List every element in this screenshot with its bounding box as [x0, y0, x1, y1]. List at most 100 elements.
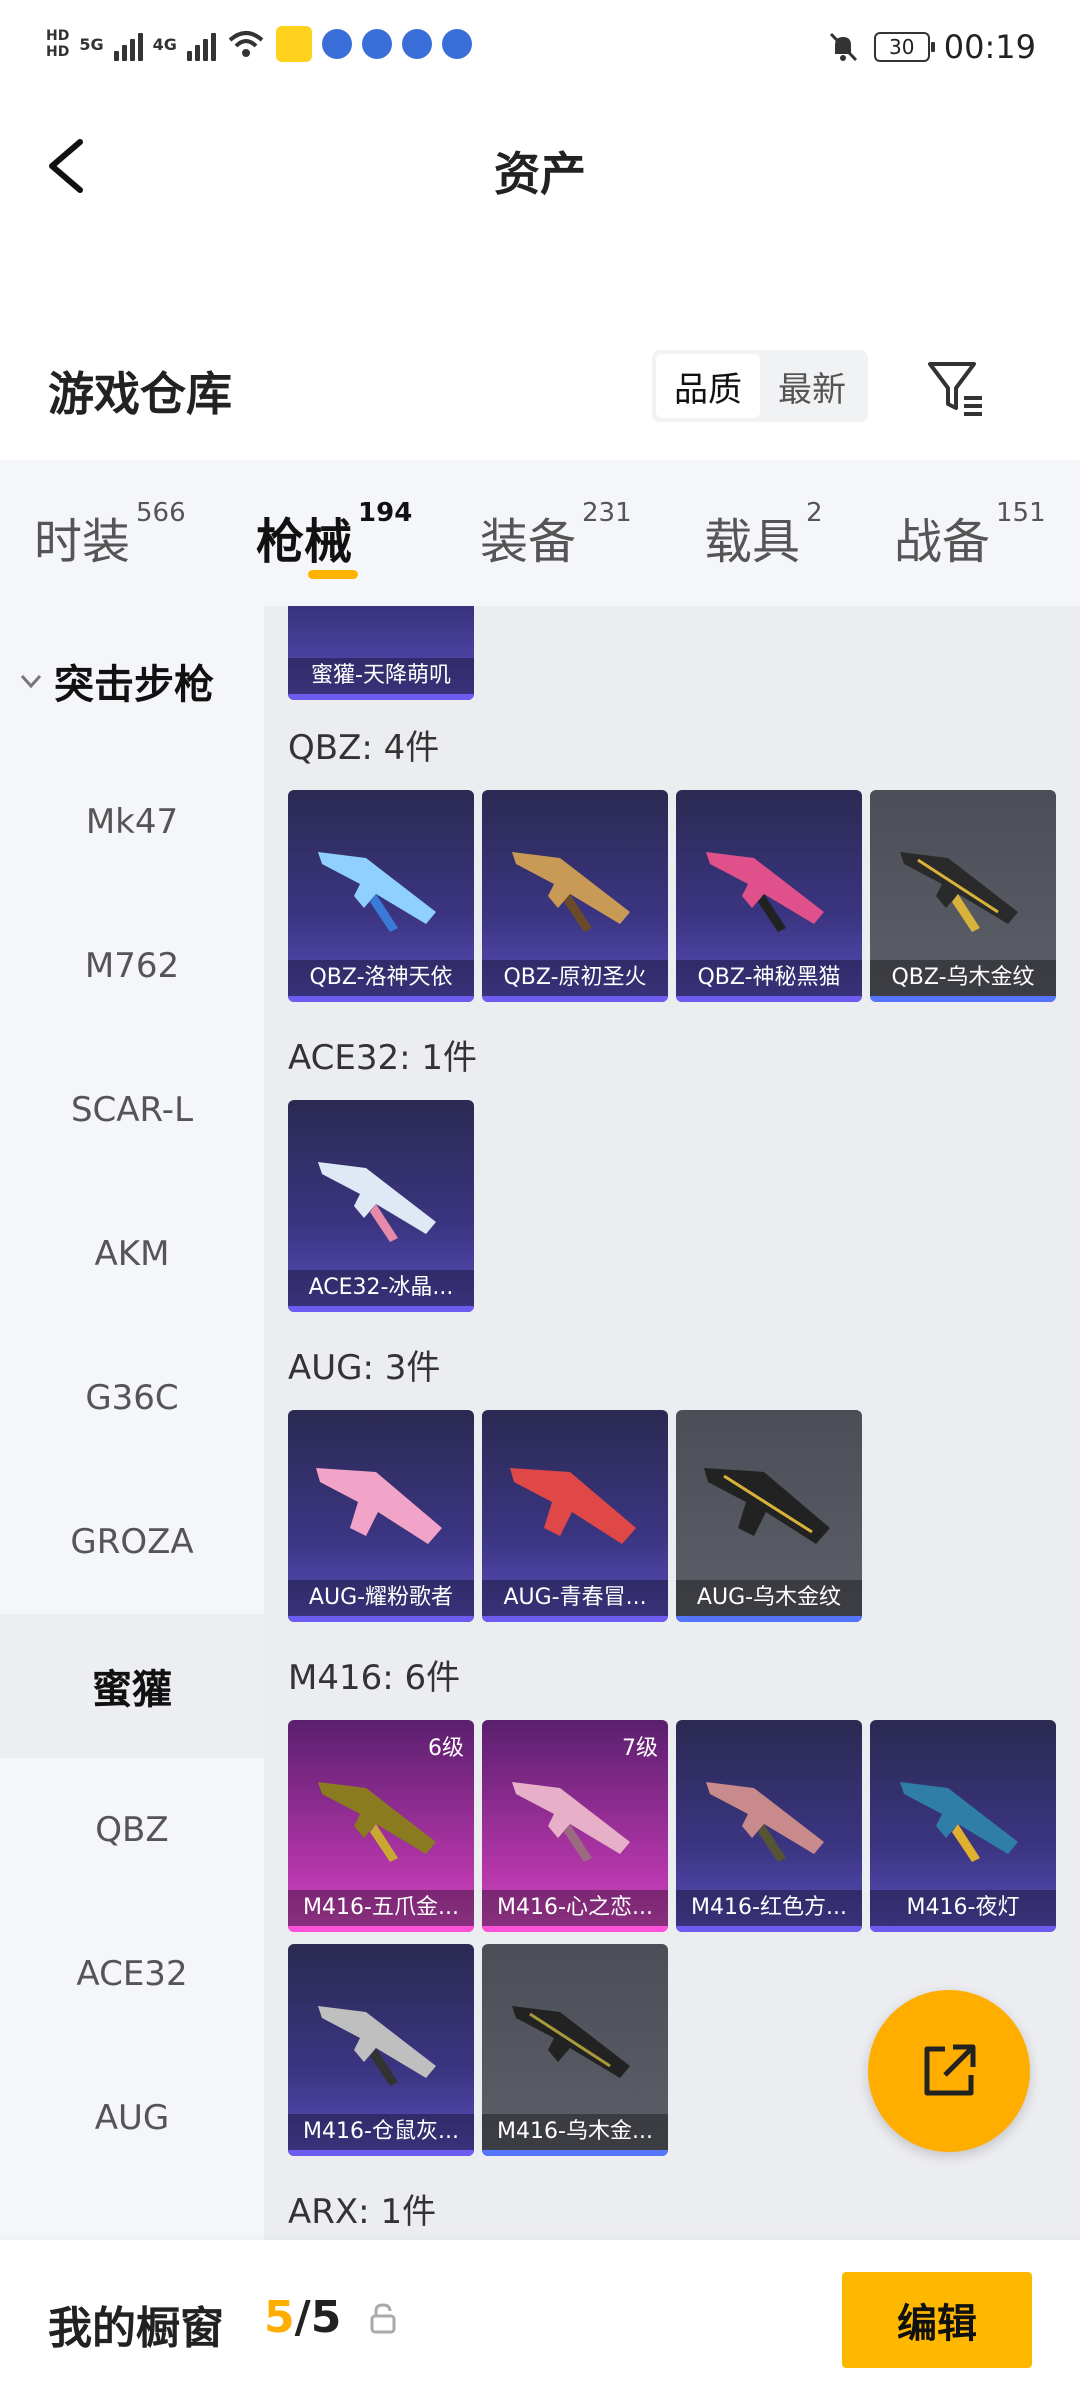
group-title-ace32: ACE32: 1件: [288, 1038, 478, 1078]
rarity-bar: [482, 1616, 668, 1622]
active-tab-indicator: [308, 570, 358, 579]
weapon-card[interactable]: AUG-青春冒...: [482, 1410, 668, 1622]
tab-supplies[interactable]: 战备151: [894, 498, 1046, 572]
tab-count: 231: [582, 498, 632, 528]
network-5g-label: 5G: [79, 34, 104, 54]
rarity-bar: [482, 1926, 668, 1932]
filter-icon[interactable]: [924, 356, 988, 420]
app-notification-icon-5: [441, 29, 472, 59]
rifle-icon: [510, 1468, 636, 1544]
weapon-card-label: QBZ-洛神天依: [288, 960, 474, 996]
rarity-bar: [288, 1306, 474, 1312]
rarity-bar: [288, 2150, 474, 2156]
mute-bell-icon: [829, 32, 857, 62]
share-external-icon: [924, 2044, 976, 2096]
showcase-separator: /: [294, 2292, 311, 2343]
sidebar-item-m762[interactable]: M762: [0, 894, 264, 1038]
weapon-card[interactable]: 6级 M416-五爪金...: [288, 1720, 474, 1932]
weapon-card[interactable]: M416-夜灯: [870, 1720, 1056, 1932]
group-title-aug: AUG: 3件: [288, 1348, 441, 1388]
group-title-m416: M416: 6件: [288, 1658, 461, 1698]
sidebar-category[interactable]: 突击步枪: [18, 652, 214, 710]
rarity-bar: [482, 2150, 668, 2156]
hd-label-2: HD: [46, 44, 70, 60]
tab-count: 566: [136, 498, 186, 528]
rarity-bar: [676, 996, 862, 1002]
weapon-card-label: ACE32-冰晶...: [288, 1270, 474, 1306]
tab-label: 时装: [34, 514, 131, 570]
sidebar-item-qbz[interactable]: QBZ: [0, 1758, 264, 1902]
rifle-icon: [318, 1162, 436, 1242]
tab-outfits[interactable]: 时装566: [34, 498, 186, 572]
sidebar-item-g36c[interactable]: G36C: [0, 1326, 264, 1470]
weapon-card-label: M416-仓鼠灰...: [288, 2114, 474, 2150]
app-notification-icon-4: [401, 29, 432, 59]
weapon-card[interactable]: QBZ-原初圣火: [482, 790, 668, 1002]
rarity-bar: [288, 1926, 474, 1932]
sidebar-item-aug[interactable]: AUG: [0, 2046, 264, 2190]
battery-icon: 30: [873, 32, 935, 62]
category-label: 突击步枪: [54, 662, 214, 708]
app-notification-icon: [275, 26, 312, 62]
sidebar-item-akm[interactable]: AKM: [0, 1182, 264, 1326]
tab-weapons[interactable]: 枪械194: [256, 498, 412, 572]
weapon-card-label: QBZ-神秘黑猫: [676, 960, 862, 996]
sidebar-item-mk47[interactable]: Mk47: [0, 750, 264, 894]
group-title-qbz: QBZ: 4件: [288, 728, 440, 768]
sidebar-item-scar-l[interactable]: SCAR-L: [0, 1038, 264, 1182]
sort-latest-button[interactable]: 最新: [760, 354, 864, 418]
warehouse-title: 游戏仓库: [48, 367, 232, 421]
top-bar: 资产: [0, 100, 1080, 240]
sidebar-item-groza[interactable]: GROZA: [0, 1470, 264, 1614]
rifle-icon: [512, 2006, 630, 2078]
weapon-card-label: 蜜獾-天降萌叽: [288, 658, 474, 694]
edit-button[interactable]: 编辑: [842, 2272, 1032, 2368]
weapon-card[interactable]: M416-仓鼠灰...: [288, 1944, 474, 2156]
status-right: 30 00:19: [826, 28, 1036, 66]
weapon-card[interactable]: AUG-耀粉歌者: [288, 1410, 474, 1622]
rifle-icon: [900, 852, 1018, 932]
network-4g-label: 4G: [152, 34, 177, 54]
weapon-card-label: M416-五爪金...: [288, 1890, 474, 1926]
weapon-sidebar: 突击步枪 Mk47 M762 SCAR-L AKM G36C GROZA 蜜獾 …: [0, 606, 264, 2240]
weapon-card[interactable]: QBZ-乌木金纹: [870, 790, 1056, 1002]
weapon-card-label: M416-乌木金...: [482, 2114, 668, 2150]
hd-label-1: HD: [46, 28, 70, 44]
rifle-icon: [318, 2006, 436, 2086]
weapon-card-label: M416-红色方...: [676, 1890, 862, 1926]
app-notification-icon-2: [321, 29, 352, 59]
weapon-card[interactable]: AUG-乌木金纹: [676, 1410, 862, 1622]
weapon-card[interactable]: QBZ-洛神天依: [288, 790, 474, 1002]
weapon-card[interactable]: QBZ-神秘黑猫: [676, 790, 862, 1002]
battery-level: 30: [889, 35, 915, 59]
weapon-card-label: QBZ-原初圣火: [482, 960, 668, 996]
showcase-count: 5/5: [264, 2292, 341, 2343]
lock-icon: [370, 2303, 396, 2334]
rarity-bar: [676, 1926, 862, 1932]
sidebar-item-honey-badger[interactable]: 蜜獾: [0, 1614, 264, 1758]
app-notification-icon-3: [361, 29, 392, 59]
category-tabs: 时装566 枪械194 装备231 载具2 战备151: [0, 460, 1080, 606]
rifle-icon: [318, 1782, 436, 1862]
tab-vehicles[interactable]: 载具2: [704, 498, 823, 572]
chevron-down-icon: [20, 674, 42, 689]
sort-toggle: 品质 最新: [652, 350, 868, 422]
tab-count: 151: [996, 498, 1046, 528]
rifle-icon: [706, 852, 824, 932]
rarity-bar: [482, 996, 668, 1002]
weapon-card[interactable]: 蜜獾-天降萌叽: [288, 606, 474, 700]
weapon-card[interactable]: M416-红色方...: [676, 1720, 862, 1932]
weapon-card[interactable]: 7级 M416-心之恋...: [482, 1720, 668, 1932]
rifle-icon: [318, 852, 436, 932]
weapon-card[interactable]: ACE32-冰晶...: [288, 1100, 474, 1312]
weapon-card[interactable]: M416-乌木金...: [482, 1944, 668, 2156]
group-title-arx: ARX: 1件: [288, 2192, 437, 2232]
rifle-icon: [704, 1468, 830, 1544]
status-left: HD HD 5G 4G: [46, 26, 472, 62]
share-fab[interactable]: [868, 1990, 1030, 2152]
tab-label: 战备: [894, 514, 991, 570]
sort-quality-button[interactable]: 品质: [656, 354, 760, 418]
sidebar-item-ace32[interactable]: ACE32: [0, 1902, 264, 2046]
tab-equipment[interactable]: 装备231: [480, 498, 632, 572]
tab-label: 装备: [480, 514, 577, 570]
